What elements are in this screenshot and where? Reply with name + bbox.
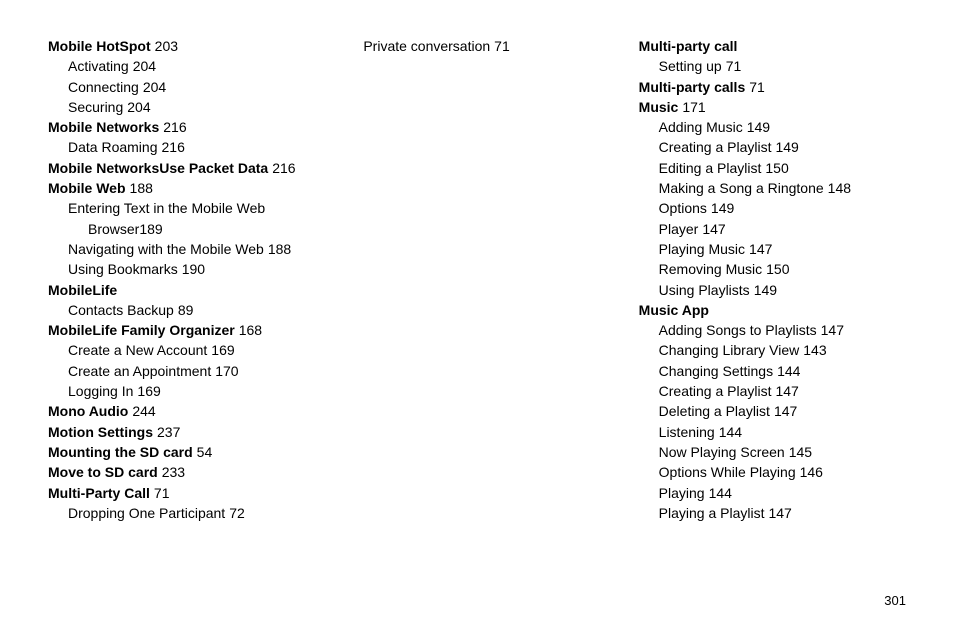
index-subentry[interactable]: Playing Music147 [639,239,906,259]
index-subentry[interactable]: Setting up71 [639,56,906,76]
index-subentry[interactable]: Private conversation71 [343,36,610,56]
index-heading[interactable]: Mobile Web188 [48,178,315,198]
index-subentry[interactable]: Logging In169 [48,381,315,401]
index-subentry[interactable]: Navigating with the Mobile Web188 [48,239,315,259]
index-heading[interactable]: Mobile NetworksUse Packet Data216 [48,158,315,178]
index-heading[interactable]: Mono Audio244 [48,401,315,421]
index-heading[interactable]: Music171 [639,97,906,117]
index-subentry[interactable]: Create an Appointment170 [48,361,315,381]
index-subentry[interactable]: Now Playing Screen145 [639,442,906,462]
index-heading[interactable]: Motion Settings237 [48,422,315,442]
index-subentry[interactable]: Creating a Playlist149 [639,137,906,157]
index-subentry[interactable]: Creating a Playlist147 [639,381,906,401]
index-subentry[interactable]: Data Roaming216 [48,137,315,157]
index-subentry[interactable]: Dropping One Participant72 [48,503,315,523]
index-subentry[interactable]: Securing204 [48,97,315,117]
index-subentry[interactable]: Activating204 [48,56,315,76]
index-heading[interactable]: Move to SD card233 [48,462,315,482]
index-heading[interactable]: Multi-party call [639,36,906,56]
index-heading[interactable]: MobileLife [48,280,315,300]
index-subentry[interactable]: Adding Music149 [639,117,906,137]
index-subentry[interactable]: Playing a Playlist147 [639,503,906,523]
index-subentry[interactable]: Removing Music150 [639,259,906,279]
index-subentry[interactable]: Using Playlists149 [639,280,906,300]
index-heading[interactable]: Mobile HotSpot203 [48,36,315,56]
index-subentry-cont[interactable]: Browser189 [48,219,315,239]
index-subentry[interactable]: Options While Playing146 [639,462,906,482]
index-subentry[interactable]: Create a New Account169 [48,340,315,360]
index-subentry[interactable]: Adding Songs to Playlists147 [639,320,906,340]
index-subentry[interactable]: Editing a Playlist150 [639,158,906,178]
index-subentry[interactable]: Playing144 [639,483,906,503]
index-subentry[interactable]: Player147 [639,219,906,239]
index-subentry[interactable]: Changing Library View143 [639,340,906,360]
index-subentry[interactable]: Registration143 [934,36,954,56]
index-subentry[interactable]: Contacts Backup89 [48,300,315,320]
index-subentry[interactable]: Changing Settings144 [639,361,906,381]
page-number: 301 [884,593,906,608]
index-heading[interactable]: Mobile Networks216 [48,117,315,137]
index-subentry[interactable]: Entering Text in the Mobile Web [48,198,315,218]
index-subentry[interactable]: Using Bookmarks190 [48,259,315,279]
index-subentry[interactable]: Making a Song a Ringtone148 [639,178,906,198]
index-subentry[interactable]: Options149 [639,198,906,218]
index-subentry[interactable]: Connecting204 [48,77,315,97]
index-heading[interactable]: MobileLife Family Organizer168 [48,320,315,340]
index-heading[interactable]: Multi-Party Call71 [48,483,315,503]
index-heading[interactable]: Multi-party calls71 [639,77,906,97]
index-page: Mobile HotSpot203 Activating204 Connecti… [0,0,954,560]
index-heading[interactable]: Music App [639,300,906,320]
index-heading[interactable]: Mounting the SD card54 [48,442,315,462]
index-subentry[interactable]: Listening144 [639,422,906,442]
index-subentry[interactable]: Deleting a Playlist147 [639,401,906,421]
